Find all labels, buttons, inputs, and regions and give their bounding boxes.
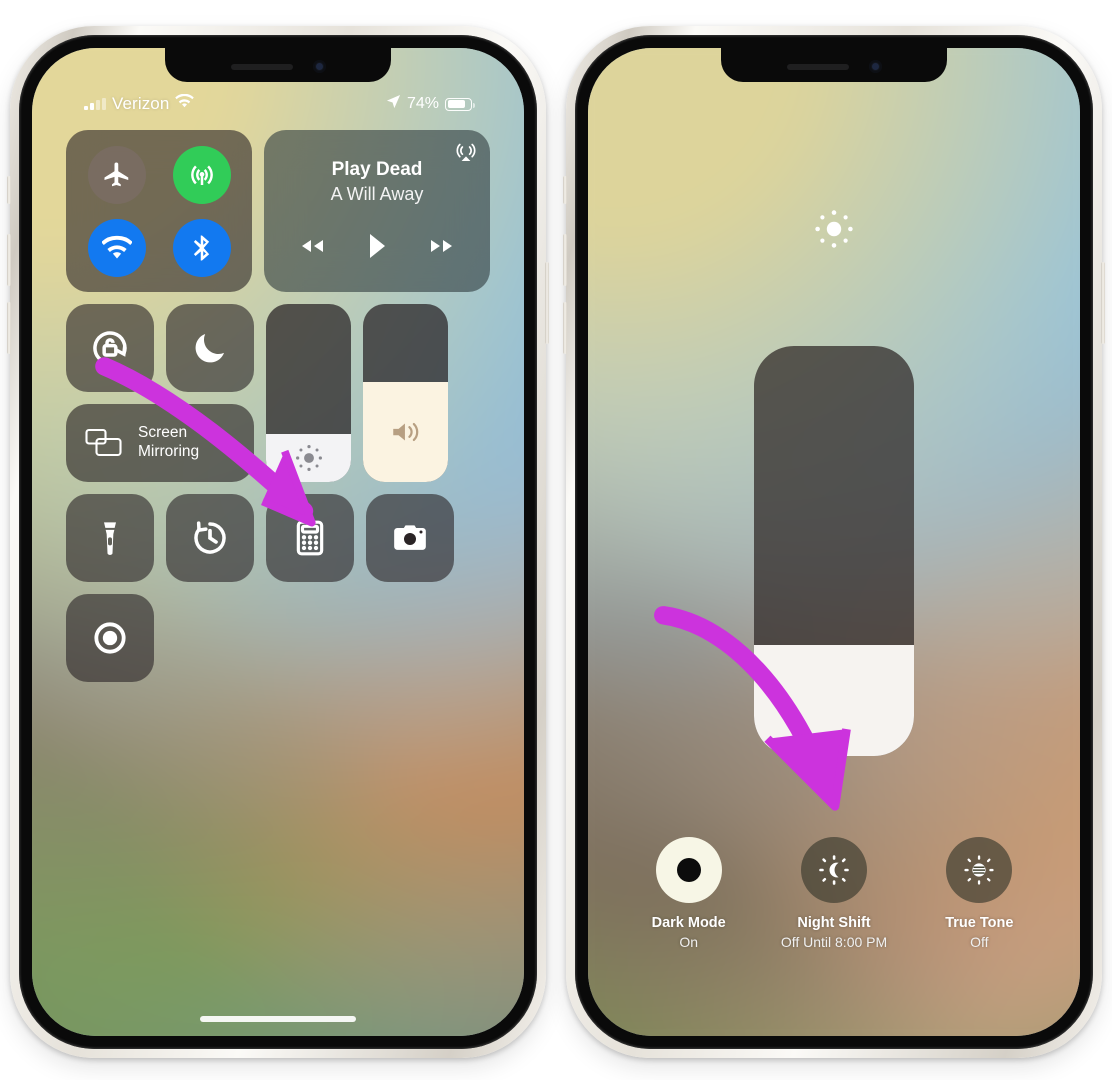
volume-up-button[interactable] <box>7 234 11 286</box>
play-icon <box>370 233 385 258</box>
volume-down-button[interactable] <box>7 302 11 354</box>
volume-up-button-2[interactable] <box>563 234 567 286</box>
mute-switch[interactable] <box>7 176 11 204</box>
bluetooth-icon <box>193 235 209 260</box>
true-tone-toggle[interactable] <box>946 837 1013 903</box>
dark-mode-toggle[interactable] <box>655 837 722 903</box>
calculator-button[interactable] <box>266 494 354 582</box>
track-artist: A Will Away <box>330 184 424 205</box>
rotation-lock-button[interactable] <box>66 304 154 392</box>
volume-down-button-2[interactable] <box>563 302 567 354</box>
bluetooth-toggle[interactable] <box>172 218 231 277</box>
wifi-icon <box>175 93 195 114</box>
screenshot-stage: Verizon 74% Play Dead A Will Away Screen… <box>0 0 1112 1080</box>
volume-slider[interactable] <box>363 304 448 482</box>
true-tone-label: True Tone <box>945 915 1014 931</box>
dark-mode-control[interactable]: Dark Mode On <box>616 837 761 950</box>
volume-slider-fill <box>363 382 448 482</box>
night-shift-toggle[interactable] <box>800 837 867 903</box>
device-bezel: Verizon 74% Play Dead A Will Away Screen… <box>19 35 537 1049</box>
play-button[interactable] <box>367 233 387 264</box>
airplane-icon <box>104 162 128 186</box>
earpiece-speaker-icon <box>230 63 293 70</box>
screen-mirroring-icon <box>85 428 122 457</box>
camera-button[interactable] <box>366 494 454 582</box>
now-playing-module[interactable]: Play Dead A Will Away <box>264 130 490 292</box>
signal-bars-icon <box>84 98 106 110</box>
side-power-button[interactable] <box>545 262 549 344</box>
front-camera-icon-2 <box>868 60 882 73</box>
device-bezel-2: Dark Mode On Night Shift Off Until 8:00 … <box>575 35 1093 1049</box>
airplay-audio-icon[interactable] <box>454 140 478 164</box>
rewind-button[interactable] <box>297 236 327 261</box>
calculator-icon <box>296 520 324 556</box>
screen-record-row <box>66 594 490 682</box>
side-power-button-2[interactable] <box>1101 262 1105 344</box>
true-tone-state: Off <box>970 934 989 950</box>
front-camera-icon <box>312 60 326 73</box>
wifi-icon <box>101 235 132 258</box>
brightness-slider-fill <box>266 433 351 482</box>
night-shift-icon <box>819 855 849 885</box>
rotation-lock-icon <box>93 331 127 365</box>
fast-forward-icon <box>431 239 452 252</box>
moon-icon <box>195 334 224 363</box>
do-not-disturb-button[interactable] <box>166 304 254 392</box>
screen-record-icon <box>94 622 126 654</box>
cellular-icon <box>190 165 213 185</box>
battery-percentage: 74% <box>406 95 439 112</box>
camera-icon <box>394 525 426 550</box>
brightness-sun-icon <box>295 445 322 471</box>
brightness-sun-icon <box>811 206 857 252</box>
timer-button[interactable] <box>166 494 254 582</box>
display-notch <box>165 48 391 82</box>
iphone-right: Dark Mode On Night Shift Off Until 8:00 … <box>563 26 1105 1058</box>
flashlight-icon <box>104 522 116 555</box>
mirror-line-2: Mirroring <box>138 443 200 460</box>
screen-record-button[interactable] <box>66 594 154 682</box>
true-tone-icon <box>964 855 994 885</box>
control-center: Play Dead A Will Away Screen Mirroring <box>66 130 490 694</box>
cellular-data-toggle[interactable] <box>172 145 231 204</box>
screen-mirroring-button[interactable]: Screen Mirroring <box>66 404 254 482</box>
wifi-toggle[interactable] <box>87 218 146 277</box>
screen-right: Dark Mode On Night Shift Off Until 8:00 … <box>588 48 1080 1036</box>
screen-left: Verizon 74% Play Dead A Will Away Screen… <box>32 48 524 1036</box>
night-shift-control[interactable]: Night Shift Off Until 8:00 PM <box>761 837 906 950</box>
dark-mode-label: Dark Mode <box>651 915 726 931</box>
timer-icon <box>194 521 226 554</box>
display-notch-2 <box>721 48 947 82</box>
app-shortcuts-row <box>66 494 490 582</box>
connectivity-module[interactable] <box>66 130 252 292</box>
track-title: Play Dead <box>331 159 423 181</box>
mirror-line-1: Screen <box>138 424 188 442</box>
carrier-label: Verizon <box>112 94 170 113</box>
earpiece-speaker-icon-2 <box>786 63 849 70</box>
mute-switch-2[interactable] <box>563 176 567 204</box>
night-shift-state: Off Until 8:00 PM <box>780 934 888 950</box>
rewind-icon <box>302 239 323 252</box>
night-shift-label: Night Shift <box>797 915 871 931</box>
battery-icon <box>445 97 475 111</box>
expanded-brightness-fill <box>754 645 914 756</box>
expanded-brightness-slider[interactable] <box>754 346 914 756</box>
display-options-row: Dark Mode On Night Shift Off Until 8:00 … <box>588 837 1080 950</box>
brightness-slider[interactable] <box>266 304 351 482</box>
airplane-mode-toggle[interactable] <box>87 145 146 204</box>
dark-mode-icon <box>676 858 701 882</box>
flashlight-button[interactable] <box>66 494 154 582</box>
status-bar: Verizon 74% <box>32 92 524 116</box>
home-indicator[interactable] <box>200 1016 356 1022</box>
speaker-volume-icon <box>392 423 418 442</box>
dark-mode-state: On <box>679 934 698 950</box>
screen-mirroring-label: Screen Mirroring <box>138 424 199 462</box>
iphone-left: Verizon 74% Play Dead A Will Away Screen… <box>7 26 549 1058</box>
location-arrow-icon <box>386 94 401 114</box>
true-tone-control[interactable]: True Tone Off <box>907 837 1052 950</box>
fast-forward-button[interactable] <box>427 236 457 261</box>
